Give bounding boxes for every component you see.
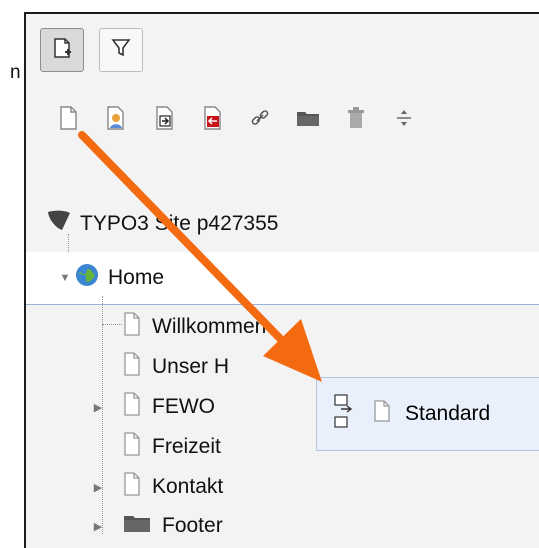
tree-node-label: Freizeit [152, 435, 221, 458]
page-icon [122, 352, 142, 382]
tree-node-label: Footer [162, 514, 223, 537]
globe-icon [74, 262, 100, 294]
page-icon [122, 472, 142, 502]
folder-icon [122, 512, 152, 540]
drag-drop-popup[interactable]: Standard [316, 377, 539, 451]
page-icon [122, 392, 142, 422]
tree-root[interactable]: TYPO3 Site p427355 [46, 209, 278, 239]
tree-node-label: FEWO [152, 395, 215, 418]
expand-right-icon[interactable]: ▶ [90, 400, 106, 414]
tree-node-label: Kontakt [152, 475, 224, 498]
expand-right-icon[interactable]: ▶ [90, 480, 106, 494]
expand-right-icon[interactable]: ▶ [90, 519, 106, 533]
cut-off-text: n [10, 62, 21, 83]
drag-insert-icon [331, 393, 353, 435]
tree-node-kontakt[interactable]: ▶ Kontakt [90, 472, 223, 502]
home-label: Home [108, 266, 165, 289]
tree-line [68, 234, 69, 254]
page-tree-panel: TYPO3 Site p427355 ▼ Home Willkommen Uns… [24, 12, 539, 548]
site-label: TYPO3 Site p427355 [80, 212, 279, 235]
screenshot-frame: n TYPO3 Site p427355 ▼ Home Willkommen U… [0, 0, 539, 548]
tree-node-label: Unser H [152, 355, 230, 378]
tree-node-willkommen[interactable]: Willkommen [90, 312, 266, 342]
tree-node-label: Willkommen [152, 315, 267, 338]
tree-node-freizeit[interactable]: Freizeit [90, 432, 221, 462]
home-node[interactable]: ▼ Home [58, 262, 164, 294]
popup-label: Standard [405, 402, 491, 425]
tree-node-fewo[interactable]: ▶ FEWO [90, 392, 215, 422]
page-icon [122, 312, 142, 342]
page-tree: TYPO3 Site p427355 ▼ Home Willkommen Uns… [26, 14, 539, 548]
page-icon [122, 432, 142, 462]
page-icon [373, 400, 391, 428]
tree-node-unser[interactable]: Unser H [90, 352, 229, 382]
expand-down-icon[interactable]: ▼ [58, 271, 72, 285]
tree-node-footer[interactable]: ▶ Footer [90, 512, 223, 540]
